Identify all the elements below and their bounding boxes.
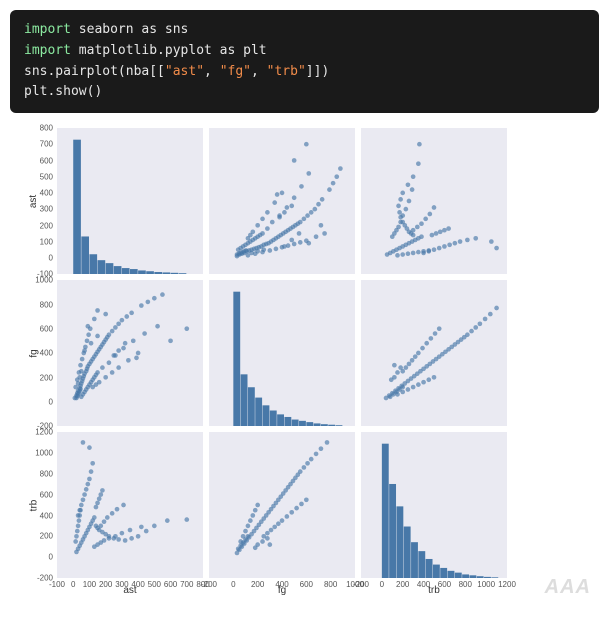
panel-trb-vs-ast: -200020040060080010001200-10001002003004… — [56, 431, 204, 579]
panel-fg-vs-fg — [208, 279, 356, 427]
panel-fg-vs-ast: -20002004006008001000 — [56, 279, 204, 427]
panel-ast-vs-fg — [208, 127, 356, 275]
panel-ast-vs-ast: -1000100200300400500600700800 — [56, 127, 204, 275]
panel-fg-vs-trb — [360, 279, 508, 427]
code-kw: import — [24, 22, 71, 37]
panel-trb-vs-trb: -200020040060080010001200 — [360, 431, 508, 579]
watermark: AAA — [545, 576, 591, 599]
panel-trb-vs-fg: -20002004006008001000 — [208, 431, 356, 579]
pairplot-figure: ast-1000100200300400500600700800fg-20002… — [10, 127, 599, 603]
code-block: import seaborn as sns import matplotlib.… — [10, 10, 599, 113]
panel-ast-vs-trb — [360, 127, 508, 275]
